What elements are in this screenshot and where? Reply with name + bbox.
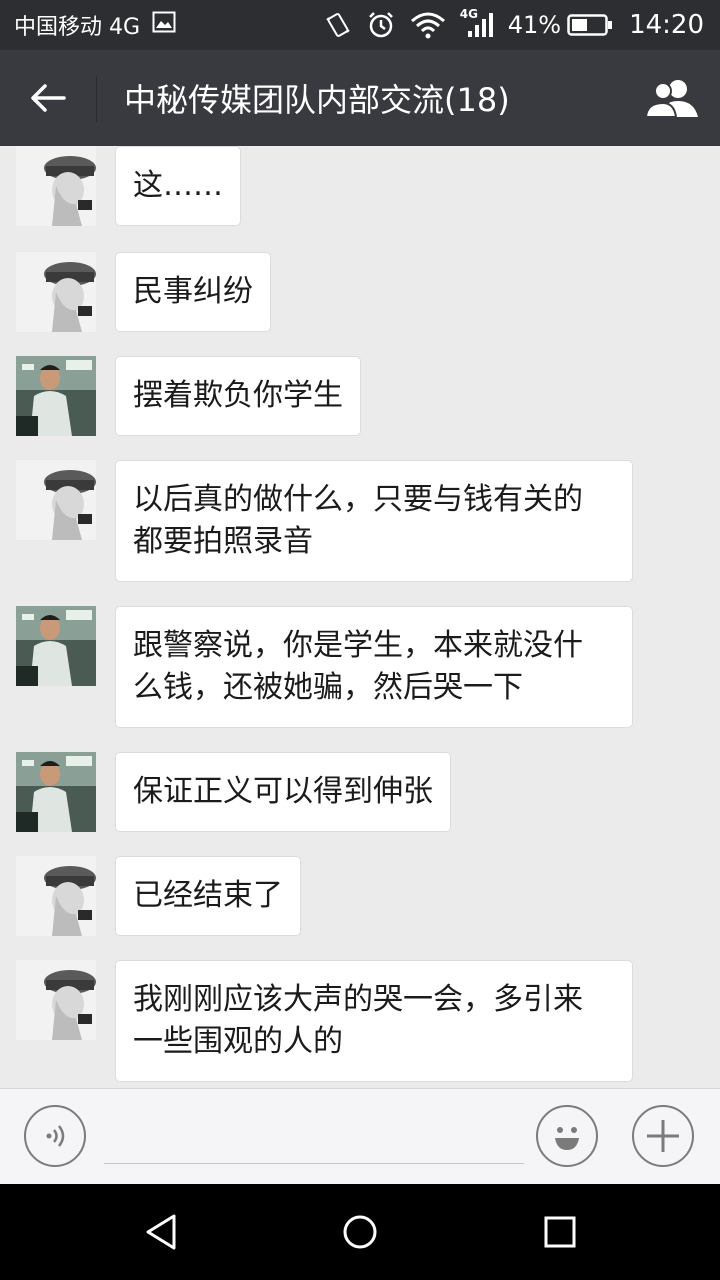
message-row: 摆着欺负你学生 xyxy=(16,356,361,436)
status-left: 中国移动 4G xyxy=(14,0,176,50)
triangle-back-icon xyxy=(146,1214,176,1250)
wifi-icon xyxy=(410,11,446,39)
network-type-label: 4G xyxy=(459,7,478,21)
circle-home-icon xyxy=(343,1215,377,1249)
header-divider xyxy=(96,76,97,122)
chat-title: 中秘传媒团队内部交流(18) xyxy=(124,81,510,119)
avatar-a[interactable] xyxy=(16,460,96,540)
message-bubble[interactable]: 这…… xyxy=(115,146,241,226)
avatar-a[interactable] xyxy=(16,146,96,226)
message-bubble[interactable]: 跟警察说，你是学生，本来就没什 么钱，还被她骗，然后哭一下 xyxy=(115,606,633,728)
emoji-icon xyxy=(555,1127,579,1150)
message-row: 这…… xyxy=(16,146,241,226)
message-list[interactable]: 这…… 民事纠纷 摆着欺负你学生 以后真的做什么，只要与钱有关的 都要拍照录音 … xyxy=(0,146,720,1088)
avatar-a[interactable] xyxy=(16,252,96,332)
image-icon xyxy=(152,11,176,39)
system-navigation-bar xyxy=(0,1184,720,1280)
voice-button[interactable] xyxy=(24,1105,86,1167)
avatar-b[interactable] xyxy=(16,752,96,832)
emoji-button[interactable] xyxy=(536,1105,598,1167)
plus-icon xyxy=(647,1120,679,1152)
back-button[interactable] xyxy=(22,72,74,124)
message-row: 跟警察说，你是学生，本来就没什 么钱，还被她骗，然后哭一下 xyxy=(16,606,633,728)
clock: 14:20 xyxy=(629,10,704,40)
signal-icon: 4G xyxy=(460,7,494,39)
avatar-a[interactable] xyxy=(16,856,96,936)
battery-percent: 41% xyxy=(507,11,562,39)
message-row: 我刚刚应该大声的哭一会，多引来 一些围观的人的 xyxy=(16,960,633,1082)
message-bubble[interactable]: 以后真的做什么，只要与钱有关的 都要拍照录音 xyxy=(115,460,633,582)
message-row: 以后真的做什么，只要与钱有关的 都要拍照录音 xyxy=(16,460,633,582)
voice-icon xyxy=(46,1125,65,1147)
battery-icon xyxy=(567,13,613,37)
group-members-button[interactable] xyxy=(642,74,702,122)
chat-header: 中秘传媒团队内部交流(18) xyxy=(0,50,720,146)
vibrate-icon xyxy=(324,11,352,39)
message-bubble[interactable]: 摆着欺负你学生 xyxy=(115,356,361,436)
system-back-button[interactable] xyxy=(134,1204,190,1260)
message-bubble[interactable]: 保证正义可以得到伸张 xyxy=(115,752,451,832)
message-input[interactable] xyxy=(104,1109,524,1164)
group-members-icon xyxy=(644,80,698,118)
message-bubble[interactable]: 我刚刚应该大声的哭一会，多引来 一些围观的人的 xyxy=(115,960,633,1082)
square-recents-icon xyxy=(544,1216,576,1248)
carrier-label: 中国移动 4G xyxy=(14,15,141,40)
status-bar: 中国移动 4G 4G 41% 14:20 xyxy=(0,0,720,50)
back-arrow-icon xyxy=(31,84,66,112)
avatar-b[interactable] xyxy=(16,356,96,436)
message-row: 保证正义可以得到伸张 xyxy=(16,752,451,832)
avatar-b[interactable] xyxy=(16,606,96,686)
system-home-button[interactable] xyxy=(332,1204,388,1260)
message-row: 民事纠纷 xyxy=(16,252,271,332)
system-recents-button[interactable] xyxy=(532,1204,588,1260)
more-options-button[interactable] xyxy=(632,1105,694,1167)
status-right: 4G 41% 14:20 xyxy=(310,0,704,50)
avatar-a[interactable] xyxy=(16,960,96,1040)
message-bubble[interactable]: 已经结束了 xyxy=(115,856,301,936)
chat-input-bar xyxy=(0,1088,720,1185)
message-row: 已经结束了 xyxy=(16,856,301,936)
alarm-icon xyxy=(366,10,396,40)
message-bubble[interactable]: 民事纠纷 xyxy=(115,252,271,332)
